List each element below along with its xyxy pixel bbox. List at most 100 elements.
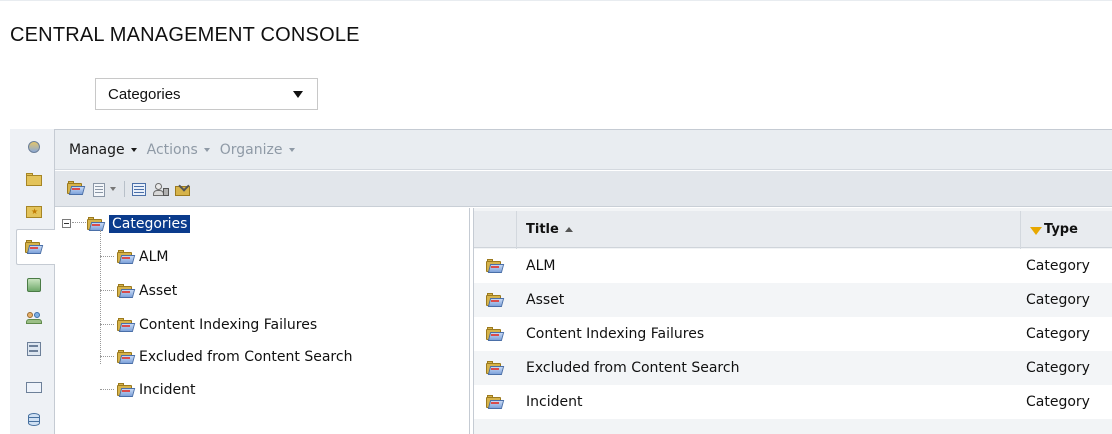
- tree-root[interactable]: Categories: [87, 213, 191, 235]
- tree-connector: [100, 290, 114, 291]
- tree-connector: [100, 230, 101, 364]
- tab-home[interactable]: [18, 133, 54, 161]
- table-row[interactable]: Content Indexing Failures Category: [474, 317, 1112, 351]
- view-selector-value: Categories: [108, 85, 181, 103]
- tree-item-label: Content Indexing Failures: [139, 317, 318, 333]
- user-security-button[interactable]: [153, 182, 169, 196]
- users-groups-icon: [26, 310, 42, 324]
- favorites-folder-icon: ★: [26, 204, 42, 218]
- table-row[interactable]: ALM Category: [474, 249, 1112, 283]
- column-header-type[interactable]: Type: [1030, 211, 1078, 248]
- folder-icon: [26, 172, 42, 186]
- tab-database[interactable]: [18, 405, 54, 433]
- category-icon: [117, 349, 136, 365]
- cell-title: Asset: [526, 292, 565, 308]
- cell-type: Category: [1026, 394, 1090, 410]
- main-panel: Manage Actions Organize Categories ALM A…: [55, 129, 1112, 434]
- cell-title: ALM: [526, 258, 556, 274]
- column-header-type-label: Type: [1044, 222, 1078, 237]
- menu-manage-label: Manage: [69, 141, 125, 158]
- tab-inbox[interactable]: [18, 373, 54, 401]
- tree-connector: [100, 256, 114, 257]
- tab-categories[interactable]: [16, 229, 56, 265]
- table-header: Title Type: [474, 211, 1112, 248]
- tree-item-label: Excluded from Content Search: [139, 349, 353, 365]
- new-category-button[interactable]: [67, 181, 86, 196]
- cell-title: Content Indexing Failures: [526, 326, 705, 342]
- cell-title: Excluded from Content Search: [526, 360, 740, 376]
- menu-actions-label: Actions: [146, 141, 198, 158]
- document-icon: [91, 182, 107, 197]
- tree-connector: [72, 222, 86, 223]
- tree-item-label: Asset: [139, 283, 178, 299]
- table-row[interactable]: Asset Category: [474, 283, 1112, 317]
- cell-type: Category: [1026, 326, 1090, 342]
- organize-category-button[interactable]: [175, 179, 191, 196]
- categories-icon: [25, 239, 44, 255]
- category-icon: [117, 283, 136, 299]
- tab-personal-categories[interactable]: [18, 271, 54, 299]
- dropdown-arrow-icon: [293, 91, 303, 98]
- categories-icon: [87, 216, 106, 232]
- category-icon: [117, 382, 136, 398]
- tree-connector: [100, 389, 114, 390]
- table-row[interactable]: Excluded from Content Search Category: [474, 351, 1112, 385]
- tree-item[interactable]: Incident: [117, 379, 195, 401]
- column-header-title[interactable]: Title: [526, 211, 573, 248]
- menu-organize-label: Organize: [219, 141, 283, 158]
- tree-connector: [100, 356, 114, 357]
- personal-categories-icon: [26, 278, 42, 292]
- tree-item[interactable]: ALM: [117, 246, 168, 268]
- tree-connector: [100, 324, 114, 325]
- menu-organize[interactable]: Organize: [220, 142, 295, 158]
- tab-folders[interactable]: [18, 165, 54, 193]
- tree-item[interactable]: Excluded from Content Search: [117, 346, 352, 368]
- category-tree: Categories ALM Asset Content Indexing Fa…: [55, 208, 470, 434]
- tab-servers[interactable]: [18, 335, 54, 363]
- view-selector-dropdown[interactable]: Categories: [95, 78, 318, 110]
- database-icon: [26, 412, 42, 426]
- move-category-icon: [175, 179, 191, 196]
- navigation-tab-strip: ★: [10, 129, 56, 434]
- properties-icon: [131, 182, 147, 196]
- home-icon: [26, 140, 42, 154]
- chevron-down-icon: [203, 147, 210, 152]
- tree-root-label: Categories: [109, 215, 191, 233]
- tree-item-label: Incident: [139, 382, 196, 398]
- category-icon: [117, 317, 136, 333]
- table-row[interactable]: Incident Category: [474, 385, 1112, 419]
- inbox-icon: [26, 380, 42, 394]
- filter-icon[interactable]: [1030, 226, 1042, 235]
- tree-item-label: ALM: [139, 249, 169, 265]
- tab-users-groups[interactable]: [18, 303, 54, 331]
- tree-item[interactable]: Asset: [117, 280, 177, 302]
- servers-icon: [26, 342, 42, 356]
- menu-actions[interactable]: Actions: [147, 142, 210, 158]
- menu-manage[interactable]: Manage: [69, 142, 137, 158]
- category-icon: [486, 326, 505, 342]
- collapse-toggle-icon[interactable]: [62, 219, 71, 228]
- toolbar-separator: [124, 180, 125, 197]
- category-icon: [486, 292, 505, 308]
- cell-type: Category: [1026, 258, 1090, 274]
- chevron-down-icon: [288, 147, 295, 152]
- cell-title: Incident: [526, 394, 583, 410]
- cell-type: Category: [1026, 292, 1090, 308]
- menu-bar: Manage Actions Organize: [55, 130, 1112, 170]
- chevron-down-icon: [130, 147, 137, 152]
- user-security-icon: [153, 182, 169, 196]
- category-icon: [486, 394, 505, 410]
- cell-type: Category: [1026, 360, 1090, 376]
- properties-button[interactable]: [131, 182, 147, 196]
- category-icon: [486, 258, 505, 274]
- console-title: CENTRAL MANAGEMENT CONSOLE: [10, 24, 360, 46]
- category-icon: [486, 360, 505, 376]
- category-icon: [117, 249, 136, 265]
- category-list: Title Type ALM Category Asset Category C…: [473, 208, 1112, 434]
- document-menu-button[interactable]: [91, 182, 116, 197]
- toolbar: [55, 171, 1112, 207]
- sort-ascending-icon: [564, 227, 573, 232]
- tab-favorites[interactable]: ★: [18, 197, 54, 225]
- tree-item[interactable]: Content Indexing Failures: [117, 314, 317, 336]
- top-border: [0, 0, 1112, 12]
